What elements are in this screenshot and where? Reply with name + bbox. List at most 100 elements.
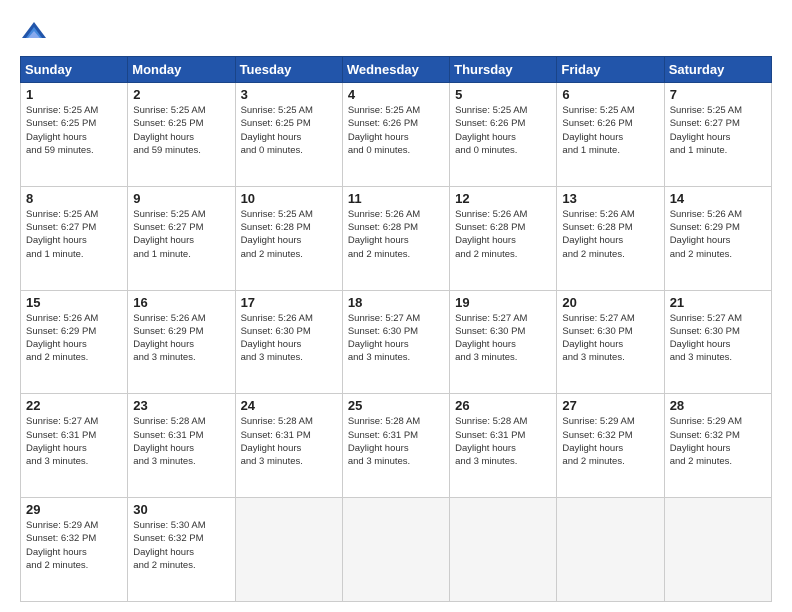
day-number: 30	[133, 502, 229, 517]
day-info: Sunrise: 5:25 AMSunset: 6:26 PMDaylight …	[562, 104, 658, 157]
day-number: 14	[670, 191, 766, 206]
day-number: 27	[562, 398, 658, 413]
day-number: 24	[241, 398, 337, 413]
day-info: Sunrise: 5:25 AMSunset: 6:27 PMDaylight …	[133, 208, 229, 261]
calendar-cell: 14 Sunrise: 5:26 AMSunset: 6:29 PMDayligh…	[664, 186, 771, 290]
calendar-cell: 24 Sunrise: 5:28 AMSunset: 6:31 PMDayligh…	[235, 394, 342, 498]
day-number: 16	[133, 295, 229, 310]
day-number: 17	[241, 295, 337, 310]
calendar-week-2: 8 Sunrise: 5:25 AMSunset: 6:27 PMDaylight…	[21, 186, 772, 290]
calendar-cell: 26Sunrise: 5:28 AMSunset: 6:31 PMDayligh…	[450, 394, 557, 498]
calendar-cell: 9 Sunrise: 5:25 AMSunset: 6:27 PMDaylight…	[128, 186, 235, 290]
calendar-cell: 15 Sunrise: 5:26 AMSunset: 6:29 PMDayligh…	[21, 290, 128, 394]
calendar-week-3: 15 Sunrise: 5:26 AMSunset: 6:29 PMDayligh…	[21, 290, 772, 394]
day-info: Sunrise: 5:27 AMSunset: 6:31 PMDaylight …	[26, 415, 122, 468]
calendar-cell: 23 Sunrise: 5:28 AMSunset: 6:31 PMDayligh…	[128, 394, 235, 498]
day-number: 20	[562, 295, 658, 310]
calendar-cell: 25 Sunrise: 5:28 AMSunset: 6:31 PMDayligh…	[342, 394, 449, 498]
calendar-cell: 1Sunrise: 5:25 AMSunset: 6:25 PMDaylight…	[21, 83, 128, 187]
day-info: Sunrise: 5:27 AMSunset: 6:30 PMDaylight …	[455, 312, 551, 365]
calendar-cell: 19 Sunrise: 5:27 AMSunset: 6:30 PMDayligh…	[450, 290, 557, 394]
day-info: Sunrise: 5:25 AMSunset: 6:27 PMDaylight …	[670, 104, 766, 157]
calendar-cell: 30 Sunrise: 5:30 AMSunset: 6:32 PMDayligh…	[128, 498, 235, 602]
day-header-friday: Friday	[557, 57, 664, 83]
day-info: Sunrise: 5:28 AMSunset: 6:31 PMDaylight …	[241, 415, 337, 468]
header	[20, 18, 772, 46]
calendar-cell	[450, 498, 557, 602]
day-info: Sunrise: 5:29 AMSunset: 6:32 PMDaylight …	[26, 519, 122, 572]
day-info: Sunrise: 5:25 AMSunset: 6:26 PMDaylight …	[348, 104, 444, 157]
calendar-cell: 11 Sunrise: 5:26 AMSunset: 6:28 PMDayligh…	[342, 186, 449, 290]
day-info: Sunrise: 5:27 AMSunset: 6:30 PMDaylight …	[348, 312, 444, 365]
calendar-week-4: 22 Sunrise: 5:27 AMSunset: 6:31 PMDayligh…	[21, 394, 772, 498]
calendar-cell: 12 Sunrise: 5:26 AMSunset: 6:28 PMDayligh…	[450, 186, 557, 290]
calendar-cell: 27 Sunrise: 5:29 AMSunset: 6:32 PMDayligh…	[557, 394, 664, 498]
day-header-monday: Monday	[128, 57, 235, 83]
calendar-cell: 6 Sunrise: 5:25 AMSunset: 6:26 PMDaylight…	[557, 83, 664, 187]
calendar-table: SundayMondayTuesdayWednesdayThursdayFrid…	[20, 56, 772, 602]
day-number: 7	[670, 87, 766, 102]
day-number: 10	[241, 191, 337, 206]
calendar-week-1: 1 Sunrise: 5:25 AMSunset: 6:25 PMDaylight…	[21, 83, 772, 187]
day-info: Sunrise: 5:25 AMSunset: 6:28 PMDaylight …	[241, 208, 337, 261]
day-info: Sunrise: 5:25 AMSunset: 6:27 PMDaylight …	[26, 208, 122, 261]
day-info: Sunrise: 5:26 AMSunset: 6:30 PMDaylight …	[241, 312, 337, 365]
calendar-cell: 4Sunrise: 5:25 AMSunset: 6:26 PMDaylight…	[342, 83, 449, 187]
day-info: Sunrise: 5:25 AMSunset: 6:25 PMDaylight …	[241, 104, 337, 157]
day-number: 22	[26, 398, 122, 413]
calendar-cell	[664, 498, 771, 602]
logo-icon	[20, 18, 48, 46]
day-number: 13	[562, 191, 658, 206]
day-number: 8	[26, 191, 122, 206]
day-number: 19	[455, 295, 551, 310]
day-info: Sunrise: 5:30 AMSunset: 6:32 PMDaylight …	[133, 519, 229, 572]
day-number: 1	[26, 87, 122, 102]
day-header-tuesday: Tuesday	[235, 57, 342, 83]
calendar-cell: 10 Sunrise: 5:25 AMSunset: 6:28 PMDayligh…	[235, 186, 342, 290]
day-number: 6	[562, 87, 658, 102]
day-number: 25	[348, 398, 444, 413]
calendar-cell: 16 Sunrise: 5:26 AMSunset: 6:29 PMDayligh…	[128, 290, 235, 394]
calendar-cell: 22 Sunrise: 5:27 AMSunset: 6:31 PMDayligh…	[21, 394, 128, 498]
day-info: Sunrise: 5:27 AMSunset: 6:30 PMDaylight …	[562, 312, 658, 365]
day-number: 21	[670, 295, 766, 310]
day-number: 29	[26, 502, 122, 517]
day-info: Sunrise: 5:26 AMSunset: 6:28 PMDaylight …	[562, 208, 658, 261]
day-info: Sunrise: 5:26 AMSunset: 6:29 PMDaylight …	[670, 208, 766, 261]
day-info: Sunrise: 5:27 AMSunset: 6:30 PMDaylight …	[670, 312, 766, 365]
calendar-cell: 18 Sunrise: 5:27 AMSunset: 6:30 PMDayligh…	[342, 290, 449, 394]
day-number: 2	[133, 87, 229, 102]
calendar-cell: 13 Sunrise: 5:26 AMSunset: 6:28 PMDayligh…	[557, 186, 664, 290]
day-info: Sunrise: 5:28 AMSunset: 6:31 PMDaylight …	[133, 415, 229, 468]
day-info: Sunrise: 5:26 AMSunset: 6:29 PMDaylight …	[26, 312, 122, 365]
day-info: Sunrise: 5:26 AMSunset: 6:29 PMDaylight …	[133, 312, 229, 365]
calendar-cell: 17 Sunrise: 5:26 AMSunset: 6:30 PMDayligh…	[235, 290, 342, 394]
calendar-week-5: 29 Sunrise: 5:29 AMSunset: 6:32 PMDayligh…	[21, 498, 772, 602]
day-number: 11	[348, 191, 444, 206]
day-number: 12	[455, 191, 551, 206]
calendar-cell	[557, 498, 664, 602]
day-header-thursday: Thursday	[450, 57, 557, 83]
day-info: Sunrise: 5:26 AMSunset: 6:28 PMDaylight …	[455, 208, 551, 261]
calendar-cell: 7 Sunrise: 5:25 AMSunset: 6:27 PMDaylight…	[664, 83, 771, 187]
logo	[20, 18, 52, 46]
calendar-cell: 28Sunrise: 5:29 AMSunset: 6:32 PMDayligh…	[664, 394, 771, 498]
day-number: 18	[348, 295, 444, 310]
day-info: Sunrise: 5:26 AMSunset: 6:28 PMDaylight …	[348, 208, 444, 261]
day-number: 23	[133, 398, 229, 413]
calendar-cell: 2Sunrise: 5:25 AMSunset: 6:25 PMDaylight…	[128, 83, 235, 187]
day-number: 15	[26, 295, 122, 310]
day-info: Sunrise: 5:29 AMSunset: 6:32 PMDaylight …	[562, 415, 658, 468]
day-info: Sunrise: 5:28 AMSunset: 6:31 PMDaylight …	[348, 415, 444, 468]
day-header-sunday: Sunday	[21, 57, 128, 83]
calendar-cell	[342, 498, 449, 602]
calendar-cell: 21 Sunrise: 5:27 AMSunset: 6:30 PMDayligh…	[664, 290, 771, 394]
day-number: 9	[133, 191, 229, 206]
calendar-cell: 3 Sunrise: 5:25 AMSunset: 6:25 PMDaylight…	[235, 83, 342, 187]
page: SundayMondayTuesdayWednesdayThursdayFrid…	[0, 0, 792, 612]
day-header-wednesday: Wednesday	[342, 57, 449, 83]
day-info: Sunrise: 5:25 AMSunset: 6:26 PMDaylight …	[455, 104, 551, 157]
day-header-saturday: Saturday	[664, 57, 771, 83]
day-number: 3	[241, 87, 337, 102]
calendar-cell	[235, 498, 342, 602]
